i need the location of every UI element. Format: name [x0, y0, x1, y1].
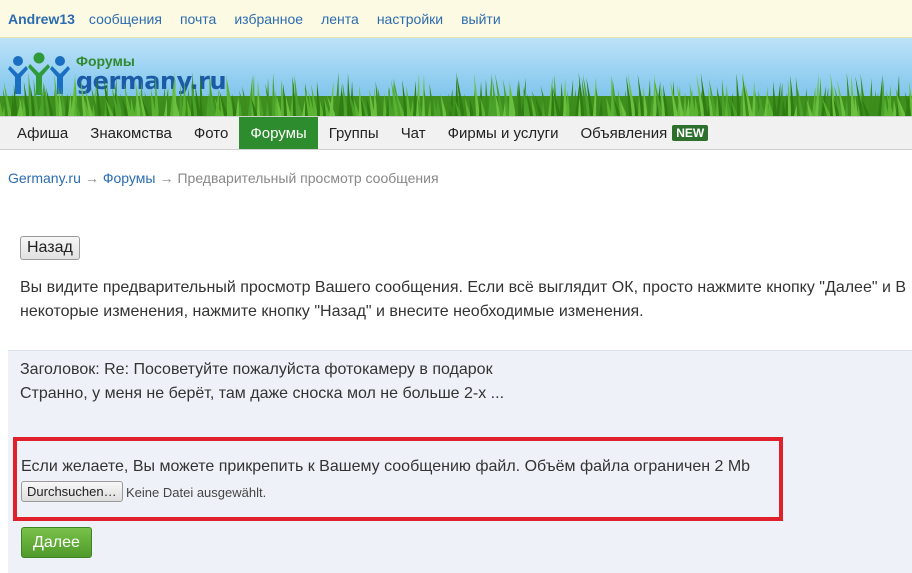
main-nav: Афиша Знакомства Фото Форумы Группы Чат …: [0, 116, 912, 150]
nav-item-chat[interactable]: Чат: [390, 117, 437, 149]
site-banner: Форумы germany.ru: [0, 38, 912, 116]
instructions-line-1: Вы видите предварительный просмотр Вашег…: [20, 279, 907, 296]
breadcrumb-separator: →: [84, 170, 99, 186]
feed-link[interactable]: лента: [321, 11, 359, 27]
attachment-section: Если желаете, Вы можете прикрепить к Ваш…: [13, 437, 783, 521]
nav-item-afisha[interactable]: Афиша: [6, 117, 79, 149]
breadcrumb-separator: →: [159, 170, 174, 186]
nav-item-dating[interactable]: Знакомства: [79, 117, 183, 149]
mail-link[interactable]: почта: [180, 11, 216, 27]
user-bar: Andrew13 сообщения почта избранное лента…: [0, 0, 912, 38]
browse-file-button[interactable]: Durchsuchen…: [21, 481, 123, 502]
breadcrumb-forums[interactable]: Форумы: [103, 170, 156, 186]
preview-instructions: Вы видите предварительный просмотр Вашег…: [20, 276, 912, 324]
nav-item-firms[interactable]: Фирмы и услуги: [437, 117, 570, 149]
new-badge: NEW: [672, 125, 709, 141]
messages-link[interactable]: сообщения: [89, 11, 162, 27]
settings-link[interactable]: настройки: [377, 11, 443, 27]
breadcrumb-current: Предварительный просмотр сообщения: [177, 170, 439, 186]
file-status-text: Keine Datei ausgewählt.: [126, 485, 267, 500]
nav-item-groups[interactable]: Группы: [318, 117, 390, 149]
nav-item-forums[interactable]: Форумы: [239, 117, 318, 149]
breadcrumb-home[interactable]: Germany.ru: [8, 170, 81, 186]
grass-decoration: [0, 72, 912, 116]
breadcrumb: Germany.ru → Форумы → Предварительный просмо…: [8, 170, 439, 186]
nav-item-ads-label: Объявления: [580, 124, 668, 142]
instructions-line-2: некоторые изменения, нажмите кнопку "Наз…: [20, 303, 644, 320]
favorites-link[interactable]: избранное: [234, 11, 303, 27]
preview-body: Странно, у меня не берёт, там даже сноск…: [20, 385, 505, 402]
back-button[interactable]: Назад: [20, 236, 80, 260]
nav-item-photo[interactable]: Фото: [183, 117, 239, 149]
nav-item-ads[interactable]: Объявления NEW: [569, 117, 719, 149]
next-button[interactable]: Далее: [21, 527, 92, 558]
username-link[interactable]: Andrew13: [8, 11, 75, 27]
logout-link[interactable]: выйти: [461, 11, 501, 27]
preview-subject: Заголовок: Re: Посоветуйте пожалуйста фо…: [20, 361, 493, 378]
attachment-note: Если желаете, Вы можете прикрепить к Ваш…: [21, 458, 751, 475]
logo-forums-text: Форумы: [76, 53, 135, 69]
